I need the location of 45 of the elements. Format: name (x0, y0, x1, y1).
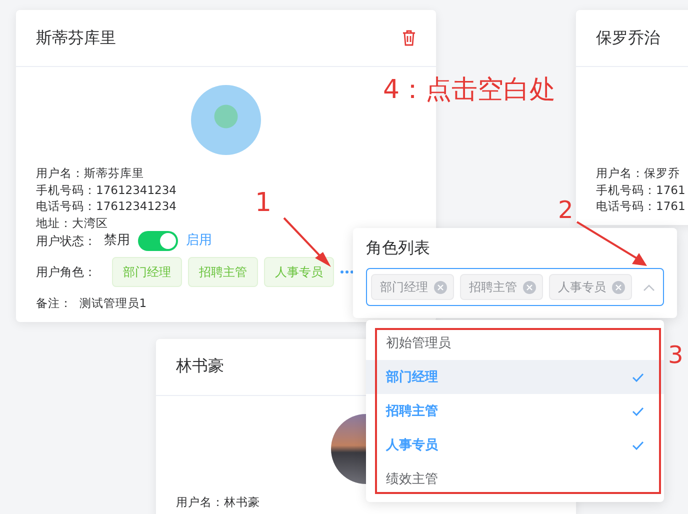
more-icon[interactable] (340, 270, 354, 274)
card-title: 保罗乔治 (596, 28, 660, 48)
roles-label: 用户角色： (36, 264, 96, 280)
dropdown-option[interactable]: 人事专员 (366, 428, 664, 462)
dropdown-option[interactable]: 初始管理员 (366, 326, 664, 360)
chevron-up-icon[interactable] (643, 284, 655, 290)
status-label: 用户状态： (36, 232, 96, 250)
info-text: 手机号码：17612341234 (36, 182, 176, 198)
role-tag: 部门经理 (112, 257, 182, 287)
info-text: 手机号码：1761 (596, 182, 686, 198)
role-tag: 招聘主管 (188, 257, 258, 287)
dropdown-option[interactable]: 招聘主管 (366, 394, 664, 428)
remark-text: 备注： 测试管理员1 (36, 295, 147, 312)
info-text: 电话号码：1761 (596, 198, 686, 214)
check-icon (632, 406, 644, 416)
info-text: 用户名：林书豪 (176, 494, 260, 510)
dropdown-option[interactable]: 绩效主管 (366, 462, 664, 496)
info-text: 电话号码：17612341234 (36, 198, 176, 214)
off-label: 禁用 (104, 232, 130, 250)
info-text: 地址：大湾区 (36, 214, 108, 231)
check-icon (632, 372, 644, 382)
annotation-arrow (283, 217, 331, 267)
step-number: 2 (558, 198, 574, 222)
annotation-arrow (576, 221, 647, 266)
status-switch[interactable] (138, 231, 178, 251)
dropdown-option[interactable]: 部门经理 (366, 360, 664, 394)
step-number: 3 (668, 343, 684, 367)
card-title: 斯蒂芬库里 (36, 28, 116, 48)
step-number: 1 (255, 190, 272, 216)
popover-title: 角色列表 (366, 238, 430, 259)
close-icon[interactable] (434, 280, 447, 294)
close-icon[interactable] (612, 280, 625, 294)
role-tag: 人事专员 (264, 257, 334, 287)
card-title: 林书豪 (176, 356, 224, 377)
role-select[interactable]: 部门经理 招聘主管 人事专员 (366, 268, 664, 306)
selected-tag: 部门经理 (371, 274, 454, 300)
selected-tag: 招聘主管 (460, 274, 543, 300)
close-icon[interactable] (523, 280, 536, 294)
info-text: 用户名：保罗乔 (596, 165, 680, 182)
info-text: 用户名：斯蒂芬库里 (36, 165, 144, 182)
on-label: 启用 (186, 232, 212, 250)
trash-icon[interactable] (402, 30, 416, 46)
check-icon (632, 440, 644, 450)
selected-tag: 人事专员 (549, 274, 632, 300)
annotation-note: 4：点击空白处 (383, 77, 556, 103)
